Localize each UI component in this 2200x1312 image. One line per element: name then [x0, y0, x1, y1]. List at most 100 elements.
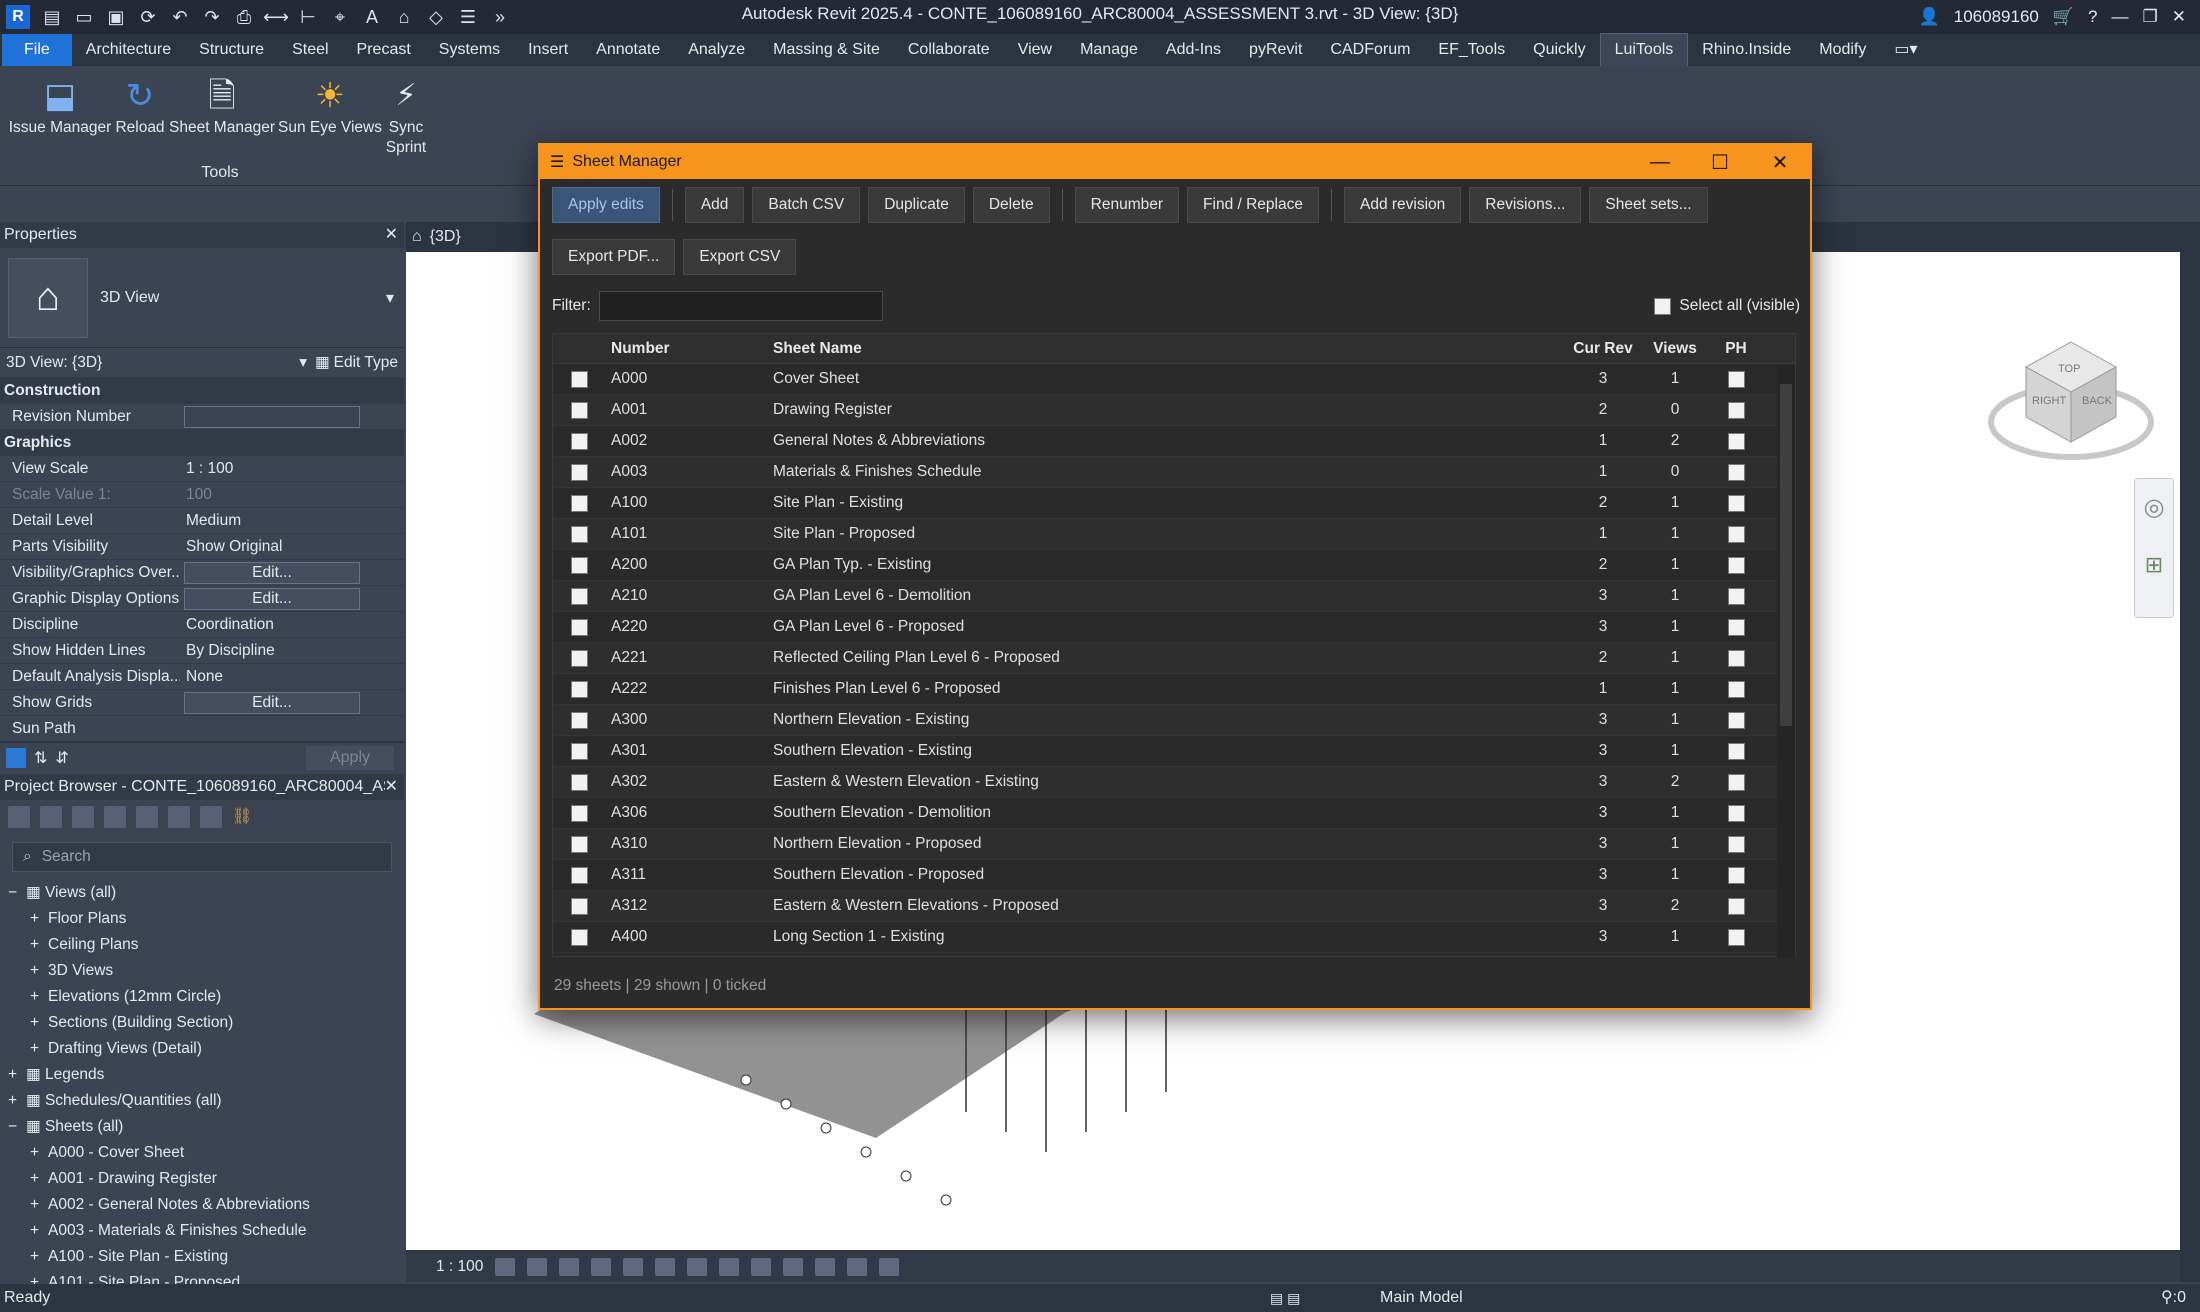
expand-icon[interactable]: + [30, 1218, 48, 1244]
grid-scrollbar[interactable] [1777, 364, 1795, 958]
ph-checkbox[interactable] [1727, 556, 1745, 574]
ph-checkbox[interactable] [1727, 773, 1745, 791]
groups-icon[interactable] [168, 806, 190, 828]
navigation-bar[interactable]: ◎ ⊞ [2134, 478, 2174, 618]
expand-icon[interactable]: + [30, 1192, 48, 1218]
detail-level-icon[interactable] [495, 1258, 516, 1276]
sheet-number[interactable]: A002 [605, 432, 773, 450]
sun-path-icon[interactable] [559, 1258, 580, 1276]
schedule-icon[interactable] [104, 806, 126, 828]
sheet-name[interactable]: Northern Elevation - Existing [773, 711, 1573, 729]
col-views[interactable]: Views [1633, 340, 1717, 358]
sheet-name[interactable]: Reflected Ceiling Plan Level 6 - Propose… [773, 649, 1573, 667]
restore-icon[interactable]: ❐ [2143, 7, 2158, 27]
tab-collaborate[interactable]: Collaborate [894, 34, 1004, 66]
browser-item[interactable]: + ▦ Legends [0, 1062, 404, 1088]
tab-quickly[interactable]: Quickly [1519, 34, 1599, 66]
sheet-number[interactable]: A100 [605, 494, 773, 512]
highlight-icon[interactable] [847, 1258, 868, 1276]
categorize-icon[interactable] [6, 747, 26, 768]
col-number[interactable]: Number [605, 340, 773, 358]
chevron-down-icon[interactable]: ▾ [299, 353, 307, 372]
add-revision-button[interactable]: Add revision [1344, 187, 1462, 223]
sheet-name[interactable]: General Notes & Abbreviations [773, 432, 1573, 450]
revisions-button[interactable]: Revisions... [1469, 187, 1582, 223]
dimension-icon[interactable]: ⊢ [296, 5, 320, 29]
filter-input[interactable] [598, 291, 883, 321]
col-sheet-name[interactable]: Sheet Name [773, 340, 1573, 358]
row-checkbox[interactable] [570, 370, 588, 388]
crop-region-icon[interactable] [687, 1258, 708, 1276]
links-icon[interactable] [200, 806, 222, 828]
ph-checkbox[interactable] [1727, 432, 1745, 450]
browser-item[interactable]: + A002 - General Notes & Abbreviations [0, 1192, 404, 1218]
table-row[interactable]: A100 Site Plan - Existing 2 1 [553, 488, 1795, 519]
duplicate-button[interactable]: Duplicate [868, 187, 965, 223]
sheet-number[interactable]: A301 [605, 742, 773, 760]
table-row[interactable]: A312 Eastern & Western Elevations - Propo… [553, 891, 1795, 922]
row-checkbox[interactable] [570, 649, 588, 667]
sheet-sets-button[interactable]: Sheet sets... [1589, 187, 1708, 223]
open-icon[interactable]: ▭ [72, 5, 96, 29]
render-icon[interactable] [623, 1258, 644, 1276]
sheet-number[interactable]: A400 [605, 928, 773, 946]
close-icon[interactable]: ✕ [385, 222, 398, 248]
row-checkbox[interactable] [570, 463, 588, 481]
minimize-icon[interactable]: — [2112, 7, 2129, 27]
table-row[interactable]: A221 Reflected Ceiling Plan Level 6 - Pro… [553, 643, 1795, 674]
save-icon[interactable]: ▣ [104, 5, 128, 29]
search-input[interactable]: ⌕ Search [12, 842, 392, 872]
sheet-name[interactable]: Drawing Register [773, 401, 1573, 419]
sheet-number[interactable]: A200 [605, 556, 773, 574]
sheet-number[interactable]: A310 [605, 835, 773, 853]
unlock-icon[interactable] [719, 1258, 740, 1276]
redo-icon[interactable]: ↷ [200, 5, 224, 29]
ph-checkbox[interactable] [1727, 649, 1745, 667]
renumber-button[interactable]: Renumber [1074, 187, 1180, 223]
table-row[interactable]: A003 Materials & Finishes Schedule 1 0 [553, 457, 1795, 488]
tab-add-ins[interactable]: Add-Ins [1152, 34, 1235, 66]
sheet-name[interactable]: Site Plan - Proposed [773, 525, 1573, 543]
cart-icon[interactable]: 🛒 [2053, 7, 2074, 27]
table-row[interactable]: A210 GA Plan Level 6 - Demolition 3 1 [553, 581, 1795, 612]
home-icon[interactable] [8, 806, 30, 828]
col-cur-rev[interactable]: Cur Rev [1573, 340, 1633, 358]
type-selector[interactable]: ⌂ 3D View ▾ [0, 248, 404, 348]
sheet-number[interactable]: A312 [605, 897, 773, 915]
row-checkbox[interactable] [570, 928, 588, 946]
tab-modify[interactable]: Modify [1805, 34, 1880, 66]
tab-pyrevit[interactable]: pyRevit [1235, 34, 1316, 66]
text-icon[interactable]: A [360, 5, 384, 29]
expand-icon[interactable]: + [30, 1140, 48, 1166]
tab-analyze[interactable]: Analyze [674, 34, 759, 66]
crop-icon[interactable] [655, 1258, 676, 1276]
browser-item[interactable]: − ▦ Sheets (all) [0, 1114, 404, 1140]
tab-rhino-inside[interactable]: Rhino.Inside [1688, 34, 1805, 66]
batch-csv-button[interactable]: Batch CSV [752, 187, 861, 223]
row-checkbox[interactable] [570, 587, 588, 605]
home-icon[interactable]: ▤ [40, 5, 64, 29]
tab-ef-tools[interactable]: EF_Tools [1424, 34, 1519, 66]
sheet-name[interactable]: Cover Sheet [773, 370, 1573, 388]
expand-icon[interactable]: + [30, 1036, 48, 1062]
row-checkbox[interactable] [570, 401, 588, 419]
constraints-icon[interactable] [879, 1258, 900, 1276]
row-checkbox[interactable] [570, 556, 588, 574]
tag-icon[interactable]: ⌖ [328, 5, 352, 29]
ph-checkbox[interactable] [1727, 494, 1745, 512]
steering-wheel-icon[interactable]: ◎ [2135, 493, 2173, 522]
col-ph[interactable]: PH [1717, 340, 1755, 358]
sheet-number[interactable]: A302 [605, 773, 773, 791]
group-construction[interactable]: Construction [0, 378, 404, 404]
browser-item[interactable]: + ▦ Schedules/Quantities (all) [0, 1088, 404, 1114]
tab-steel[interactable]: Steel [278, 34, 342, 66]
tab-file[interactable]: File [2, 34, 72, 66]
row-checkbox[interactable] [570, 804, 588, 822]
tab-cadforum[interactable]: CADForum [1316, 34, 1424, 66]
user-name[interactable]: 106089160 [1954, 7, 2039, 27]
row-checkbox[interactable] [570, 866, 588, 884]
table-row[interactable]: A300 Northern Elevation - Existing 3 1 [553, 705, 1795, 736]
user-icon[interactable]: 👤 [1919, 7, 1940, 27]
expand-icon[interactable]: + [30, 1244, 48, 1270]
row-checkbox[interactable] [570, 897, 588, 915]
